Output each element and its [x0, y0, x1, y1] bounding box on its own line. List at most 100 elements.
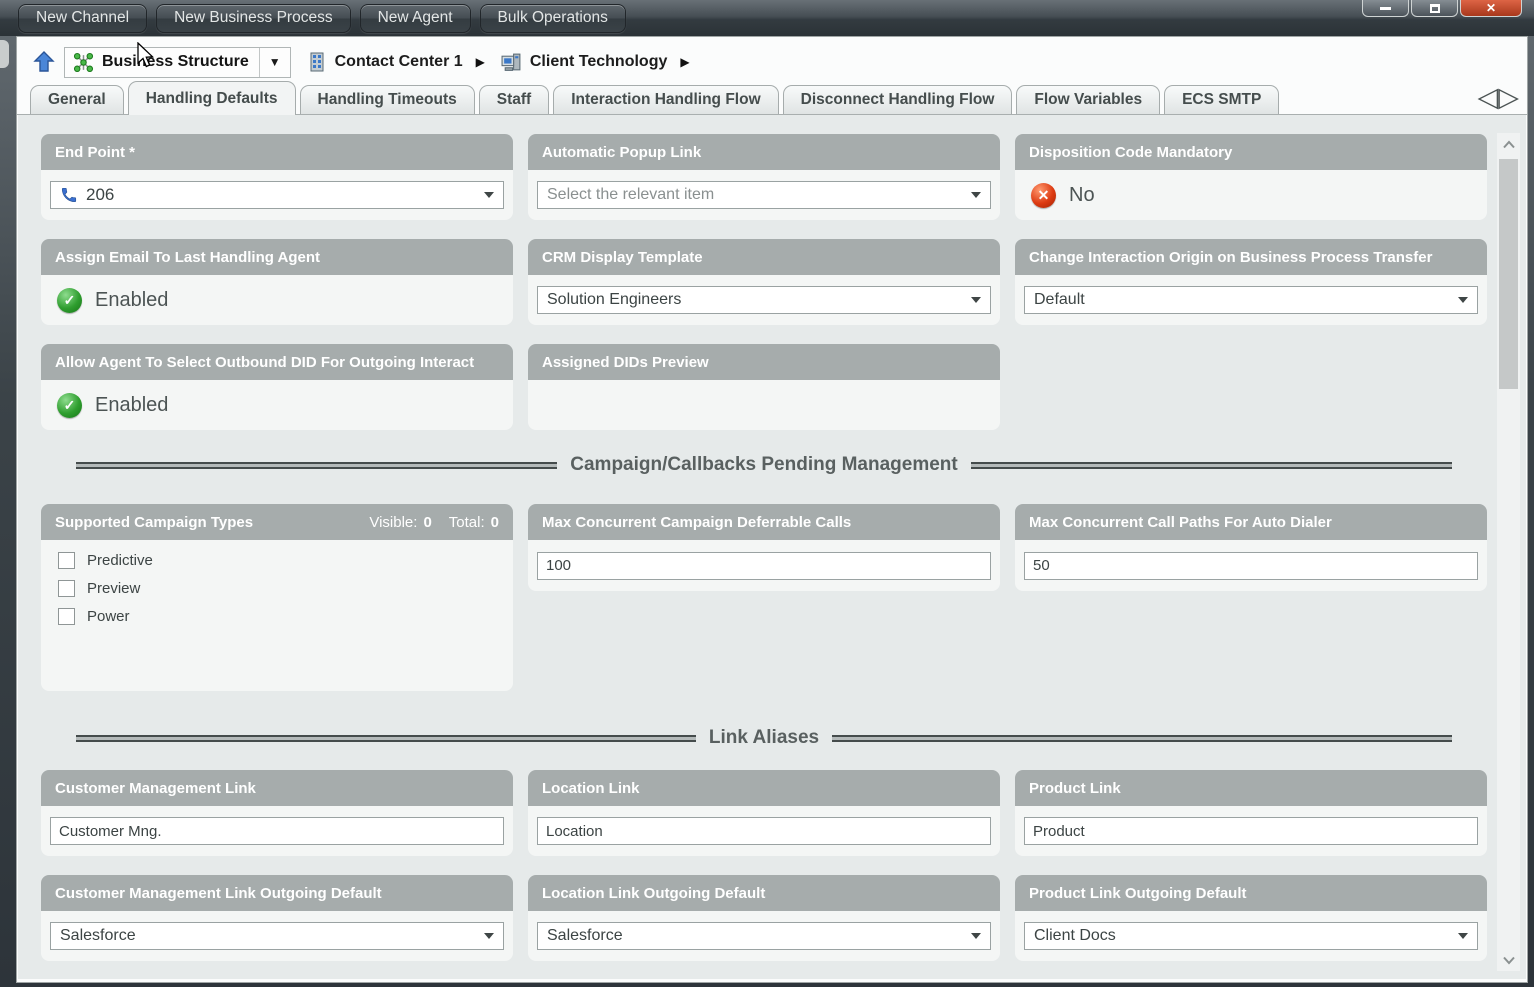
checkbox-icon[interactable] — [58, 608, 75, 625]
scroll-down-button[interactable] — [1497, 949, 1520, 971]
computer-icon — [501, 52, 522, 73]
field-title: Assign Email To Last Handling Agent — [41, 239, 513, 275]
navigate-up-button[interactable] — [30, 48, 58, 76]
divider — [832, 735, 1452, 742]
status-value: No — [1069, 184, 1095, 207]
checkbox-label: Preview — [87, 580, 140, 597]
field-title: End Point * — [41, 134, 513, 170]
field-end-point: End Point * 206 — [41, 134, 513, 220]
product-link-input[interactable] — [1024, 817, 1478, 845]
max-concurrent-call-paths-input[interactable] — [1024, 552, 1478, 580]
field-title-text: Product Link — [1029, 780, 1121, 797]
minimize-button[interactable] — [1362, 0, 1409, 17]
dropdown-value: Salesforce — [60, 927, 136, 945]
new-business-process-button[interactable]: New Business Process — [156, 4, 351, 33]
tab-handling-timeouts[interactable]: Handling Timeouts — [300, 85, 475, 114]
maximize-button[interactable] — [1411, 0, 1458, 17]
field-title-text: Max Concurrent Campaign Deferrable Calls — [542, 514, 851, 531]
minimize-icon — [1380, 7, 1391, 10]
breadcrumb-label: Contact Center 1 — [335, 53, 463, 71]
chevron-right-icon[interactable]: ▶ — [680, 55, 689, 69]
location-link-outgoing-default-dropdown[interactable]: Salesforce — [537, 922, 991, 950]
field-title-text: Change Interaction Origin on Business Pr… — [1029, 249, 1432, 266]
field-supported-campaign-types: Supported Campaign Types Visible:0 Total… — [41, 504, 513, 691]
field-title-text: End Point * — [55, 144, 135, 161]
chevron-down-icon[interactable]: ▼ — [259, 48, 290, 77]
field-max-concurrent-campaign-deferrable-calls: Max Concurrent Campaign Deferrable Calls — [528, 504, 1000, 591]
chevron-down-icon — [971, 933, 981, 939]
allow-agent-outbound-did-status: ✓ Enabled — [50, 393, 168, 418]
checkbox-icon[interactable] — [58, 580, 75, 597]
bulk-operations-button[interactable]: Bulk Operations — [480, 4, 626, 33]
scroll-up-button[interactable] — [1497, 133, 1520, 155]
field-crm-display-template: CRM Display Template Solution Engineers — [528, 239, 1000, 325]
business-structure-selector[interactable]: Business Structure ▼ — [64, 47, 291, 78]
tab-staff[interactable]: Staff — [479, 85, 549, 114]
assigned-dids-preview-empty — [528, 380, 1000, 430]
app-window: Business Structure ▼ Contact Center 1 ▶ … — [16, 36, 1528, 983]
chevron-right-icon[interactable]: ▶ — [476, 55, 485, 69]
chevron-down-icon — [1458, 297, 1468, 303]
field-product-link-outgoing-default: Product Link Outgoing Default Client Doc… — [1015, 875, 1487, 961]
status-value: Enabled — [95, 394, 168, 417]
tab-interaction-handling-flow[interactable]: Interaction Handling Flow — [553, 85, 778, 114]
breadcrumb: Business Structure ▼ Contact Center 1 ▶ … — [17, 44, 1527, 80]
field-title: Customer Management Link — [41, 770, 513, 806]
field-title: Automatic Popup Link — [528, 134, 1000, 170]
new-agent-button[interactable]: New Agent — [360, 4, 471, 33]
checkbox-predictive[interactable]: Predictive — [58, 552, 504, 569]
field-title-text: CRM Display Template — [542, 249, 703, 266]
tab-content: End Point * 206 Automatic Popup Link Sel — [18, 115, 1526, 979]
checkbox-power[interactable]: Power — [58, 608, 504, 625]
top-toolbar: New Channel New Business Process New Age… — [0, 0, 1534, 36]
scrollbar-thumb[interactable] — [1499, 159, 1518, 389]
checkbox-preview[interactable]: Preview — [58, 580, 504, 597]
customer-management-link-outgoing-default-dropdown[interactable]: Salesforce — [50, 922, 504, 950]
tab-scroll-left-icon[interactable]: ◁ — [1477, 84, 1498, 111]
field-title: Location Link Outgoing Default — [528, 875, 1000, 911]
tab-ecs-smtp[interactable]: ECS SMTP — [1164, 85, 1279, 114]
field-title: Product Link — [1015, 770, 1487, 806]
field-title-text: Customer Management Link Outgoing Defaul… — [55, 885, 382, 902]
tab-handling-defaults[interactable]: Handling Defaults — [128, 81, 296, 115]
section-campaign: Campaign/Callbacks Pending Management — [76, 454, 1452, 476]
end-point-value: 206 — [86, 185, 114, 205]
breadcrumb-item-contact-center[interactable]: Contact Center 1 ▶ — [307, 51, 485, 73]
field-automatic-popup-link: Automatic Popup Link Select the relevant… — [528, 134, 1000, 220]
product-link-outgoing-default-dropdown[interactable]: Client Docs — [1024, 922, 1478, 950]
field-customer-management-link: Customer Management Link — [41, 770, 513, 856]
section-title: Campaign/Callbacks Pending Management — [570, 454, 957, 476]
tab-strip: General Handling Defaults Handling Timeo… — [17, 82, 1527, 115]
close-button[interactable]: ✕ — [1460, 0, 1522, 17]
vertical-scrollbar[interactable] — [1497, 133, 1520, 971]
chevron-down-icon — [1458, 933, 1468, 939]
chevron-down-icon — [484, 192, 494, 198]
end-point-dropdown[interactable]: 206 — [50, 181, 504, 209]
error-icon: ✕ — [1031, 183, 1056, 208]
section-link-aliases: Link Aliases — [76, 727, 1452, 749]
tab-general[interactable]: General — [30, 85, 124, 114]
location-link-input[interactable] — [537, 817, 991, 845]
field-title-text: Supported Campaign Types — [55, 514, 253, 531]
field-title: Allow Agent To Select Outbound DID For O… — [41, 344, 513, 380]
field-product-link: Product Link — [1015, 770, 1487, 856]
checkbox-label: Predictive — [87, 552, 153, 569]
checkbox-icon[interactable] — [58, 552, 75, 569]
close-icon: ✕ — [1486, 1, 1496, 15]
crm-display-template-dropdown[interactable]: Solution Engineers — [537, 286, 991, 314]
chevron-down-icon — [971, 297, 981, 303]
field-location-link-outgoing-default: Location Link Outgoing Default Salesforc… — [528, 875, 1000, 961]
field-max-concurrent-call-paths: Max Concurrent Call Paths For Auto Diale… — [1015, 504, 1487, 591]
field-title-text: Assigned DIDs Preview — [542, 354, 709, 371]
field-title-text: Location Link — [542, 780, 640, 797]
field-title: Disposition Code Mandatory — [1015, 134, 1487, 170]
breadcrumb-item-client-technology[interactable]: Client Technology ▶ — [501, 52, 690, 73]
new-channel-button[interactable]: New Channel — [18, 4, 147, 33]
tab-disconnect-handling-flow[interactable]: Disconnect Handling Flow — [783, 85, 1013, 114]
max-concurrent-campaign-deferrable-calls-input[interactable] — [537, 552, 991, 580]
customer-management-link-input[interactable] — [50, 817, 504, 845]
tab-flow-variables[interactable]: Flow Variables — [1016, 85, 1160, 114]
tab-scroll-right-icon[interactable]: ▷ — [1498, 84, 1519, 111]
automatic-popup-link-dropdown[interactable]: Select the relevant item — [537, 181, 991, 209]
change-interaction-origin-dropdown[interactable]: Default — [1024, 286, 1478, 314]
